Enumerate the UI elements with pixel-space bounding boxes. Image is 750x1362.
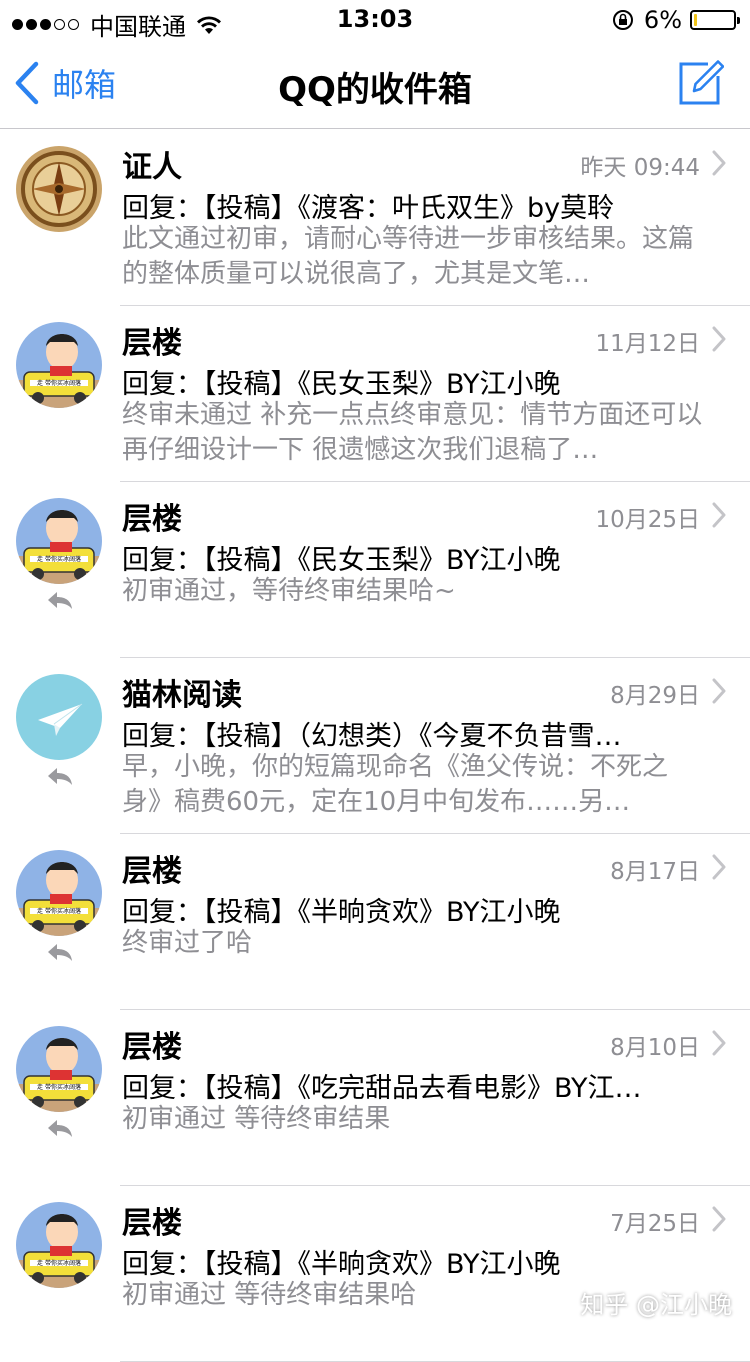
chevron-right-icon (712, 502, 726, 528)
email-date: 昨天 09:44 (580, 155, 700, 181)
sender-name: 层楼 (122, 1206, 182, 1241)
email-row[interactable]: 证人 昨天 09:44 回复：【投稿】《渡客：叶氏双生》by莫聆 此文通过初审，… (0, 130, 750, 306)
paper-plane-avatar (16, 674, 102, 760)
chevron-right-icon (712, 150, 726, 176)
page-title: QQ的收件箱 (278, 70, 472, 110)
cartoon-avatar: 走 带你买冰阔落 (16, 1026, 102, 1112)
watermark: 知乎 @江小晚 (580, 1291, 732, 1319)
svg-text:走 带你买冰阔落: 走 带你买冰阔落 (37, 1259, 81, 1267)
email-subject: 回复：【投稿】《民女玉梨》BY江小晚 (122, 545, 561, 576)
sender-name: 层楼 (122, 326, 182, 361)
battery-level (694, 14, 697, 26)
email-preview: 终审未通过 补充一点点终审意见：情节方面还可以再仔细设计一下 很遗憾这次我们退稿… (122, 400, 703, 465)
email-subject: 回复：【投稿】《吃完甜品去看电影》BY江… (122, 1073, 642, 1104)
chevron-right-icon (712, 678, 726, 704)
compose-icon[interactable] (678, 58, 724, 106)
email-preview: 终审过了哈 (122, 928, 253, 958)
svg-text:走 带你买冰阔落: 走 带你买冰阔落 (37, 555, 81, 563)
chevron-right-icon (712, 854, 726, 880)
email-list: 证人 昨天 09:44 回复：【投稿】《渡客：叶氏双生》by莫聆 此文通过初审，… (0, 130, 750, 1362)
email-subject: 回复：【投稿】（幻想类）《今夏不负昔雪… (122, 721, 622, 752)
cartoon-avatar: 走 带你买冰阔落 (16, 322, 102, 408)
chevron-right-icon (712, 326, 726, 352)
email-row[interactable]: 走 带你买冰阔落 层楼 8月17日 回复：【投稿】《半晌贪欢》BY江小晚 终审过… (0, 834, 750, 1010)
replied-icon (48, 768, 72, 785)
email-date: 11月12日 (595, 331, 700, 357)
sender-name: 层楼 (122, 1030, 182, 1065)
cartoon-avatar: 走 带你买冰阔落 (16, 850, 102, 936)
email-subject: 回复：【投稿】《民女玉梨》BY江小晚 (122, 369, 561, 400)
svg-text:走 带你买冰阔落: 走 带你买冰阔落 (37, 379, 81, 387)
replied-icon (48, 944, 72, 961)
email-date: 10月25日 (595, 507, 700, 533)
replied-icon (48, 592, 72, 609)
email-subject: 回复：【投稿】《渡客：叶氏双生》by莫聆 (122, 193, 615, 224)
email-row[interactable]: 走 带你买冰阔落 层楼 8月10日 回复：【投稿】《吃完甜品去看电影》BY江… … (0, 1010, 750, 1186)
email-row[interactable]: 走 带你买冰阔落 层楼 11月12日 回复：【投稿】《民女玉梨》BY江小晚 终审… (0, 306, 750, 482)
sender-name: 猫林阅读 (122, 678, 242, 713)
chevron-right-icon (712, 1030, 726, 1056)
email-date: 8月10日 (610, 1035, 700, 1061)
sender-name: 层楼 (122, 502, 182, 537)
email-date: 8月17日 (610, 859, 700, 885)
email-preview: 此文通过初审，请耐心等待进一步审核结果。这篇的整体质量可以说很高了，尤其是文笔… (122, 224, 695, 289)
sender-name: 层楼 (122, 854, 182, 889)
email-subject: 回复：【投稿】《半晌贪欢》BY江小晚 (122, 1249, 561, 1280)
svg-text:走 带你买冰阔落: 走 带你买冰阔落 (37, 1083, 81, 1091)
battery-icon (690, 10, 740, 30)
cartoon-avatar: 走 带你买冰阔落 (16, 498, 102, 584)
email-row[interactable]: 走 带你买冰阔落 层楼 10月25日 回复：【投稿】《民女玉梨》BY江小晚 初审… (0, 482, 750, 658)
email-preview: 初审通过，等待终审结果哈~ (122, 576, 456, 606)
replied-icon (48, 1120, 72, 1137)
rotation-lock-icon (612, 10, 633, 30)
compass-avatar (16, 146, 102, 232)
sender-name: 证人 (122, 150, 182, 185)
email-preview: 早，小晚，你的短篇现命名《渔父传说：不死之身》稿费60元，定在10月中旬发布……… (122, 752, 669, 817)
cartoon-avatar: 走 带你买冰阔落 (16, 1202, 102, 1288)
chevron-right-icon (712, 1206, 726, 1232)
svg-text:走 带你买冰阔落: 走 带你买冰阔落 (37, 907, 81, 915)
email-row[interactable]: 走 带你买冰阔落 层楼 7月25日 回复：【投稿】《半晌贪欢》BY江小晚 初审通… (0, 1186, 750, 1362)
email-preview: 初审通过 等待终审结果 (122, 1104, 391, 1134)
status-bar: 中国联通 13:03 6% (0, 0, 750, 41)
email-date: 8月29日 (610, 683, 700, 709)
email-row[interactable]: 猫林阅读 8月29日 回复：【投稿】（幻想类）《今夏不负昔雪… 早，小晚，你的短… (0, 658, 750, 834)
navigation-bar: 邮箱 QQ的收件箱 (0, 40, 750, 129)
email-date: 7月25日 (610, 1211, 700, 1237)
email-subject: 回复：【投稿】《半晌贪欢》BY江小晚 (122, 897, 561, 928)
battery-percent: 6% (643, 6, 682, 34)
